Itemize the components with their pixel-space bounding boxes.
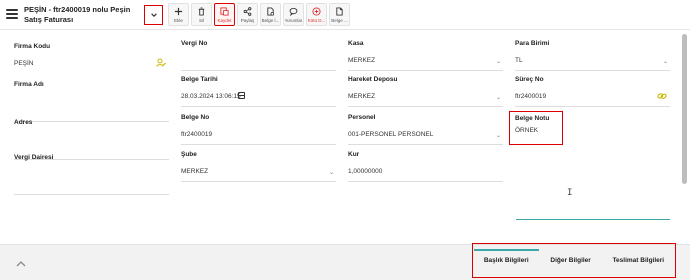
file-icon — [335, 6, 345, 16]
personel-value: 001-PERSONEL PERSONEL — [348, 131, 434, 138]
sube-label: Şube — [181, 151, 197, 158]
field-personel: Personel 001-PERSONEL PERSONEL ⌄ — [348, 114, 503, 145]
hareket-deposu-select[interactable]: MERKEZ ⌄ — [348, 93, 503, 107]
belge-tarihi-label: Belge Tarihi — [181, 76, 218, 83]
belge-tarihi-input[interactable]: 28.03.2024 13:06:15 — [181, 92, 336, 107]
field-firma-adi: Firma Adı — [14, 81, 169, 122]
vertical-scrollbar[interactable] — [682, 34, 687, 184]
share-button-label: Paylaş — [240, 18, 255, 23]
plus-icon — [174, 6, 184, 16]
kasa-value: MERKEZ — [348, 57, 376, 64]
sube-select[interactable]: MERKEZ ⌄ — [181, 168, 336, 182]
personel-select[interactable]: 001-PERSONEL PERSONEL ⌄ — [348, 131, 503, 145]
field-sube: Şube MERKEZ ⌄ — [181, 151, 336, 182]
field-belge-no: Belge No ftr2400019 — [181, 114, 336, 145]
header-bar: PEŞİN - ftr2400019 nolu Peşin Satış Fatu… — [0, 0, 690, 30]
surec-no-input[interactable]: ftr2400019 — [515, 93, 670, 107]
comments-button[interactable]: Yorumlar — [283, 3, 304, 26]
field-kasa: Kasa MERKEZ ⌄ — [348, 40, 503, 71]
firma-adi-label: Firma Adı — [14, 81, 44, 88]
field-belge-tarihi: Belge Tarihi 28.03.2024 13:06:15 — [181, 76, 336, 107]
share-icon — [243, 6, 253, 16]
save-button-label: Kaydet — [217, 18, 232, 23]
document-title: PEŞİN - ftr2400019 nolu Peşin Satış Fatu… — [24, 5, 131, 24]
save-icon — [220, 6, 230, 16]
field-kur: Kur 1,00000000 — [348, 151, 503, 182]
firma-kodu-input[interactable]: PEŞİN — [14, 58, 169, 74]
vergi-dairesi-input[interactable] — [14, 171, 169, 195]
para-birimi-label: Para Birimi — [515, 40, 550, 47]
delete-button[interactable]: Sil — [191, 3, 212, 26]
kur-label: Kur — [348, 151, 360, 158]
calendar-icon[interactable] — [238, 92, 245, 99]
vergi-dairesi-label: Vergi Dairesi — [14, 154, 54, 161]
header-dropdown-button[interactable] — [144, 5, 163, 25]
toolbar: Ekle Sil Kaydet Paylaş Belge İ... Yoruml… — [168, 3, 350, 26]
chevron-down-icon: ⌄ — [495, 133, 501, 139]
kasa-label: Kasa — [348, 40, 364, 47]
footer-tabs: Başlık Bilgileri Diğer Bilgiler Teslimat… — [472, 243, 676, 278]
comments-button-label: Yorumlar — [284, 18, 303, 23]
para-birimi-select[interactable]: TL ⌄ — [515, 57, 670, 71]
vergi-no-label: Vergi No — [181, 40, 208, 47]
personel-label: Personel — [348, 114, 376, 121]
belge-tarihi-value: 28.03.2024 13:06:15 — [181, 93, 241, 100]
hareket-deposu-label: Hareket Deposu — [348, 76, 398, 83]
document-info-button[interactable]: Belge İ... — [260, 3, 281, 26]
document-more-button-label: Belge ... — [331, 18, 348, 23]
user-edit-icon[interactable] — [156, 58, 166, 68]
chevron-down-icon: ⌄ — [495, 95, 501, 101]
chevron-down-icon: ⌄ — [662, 59, 668, 65]
share-button[interactable]: Paylaş — [237, 3, 258, 26]
field-surec-no: Süreç No ftr2400019 — [515, 76, 670, 107]
cancel-icon — [312, 6, 322, 16]
chevron-up-icon[interactable] — [14, 259, 28, 269]
tab-teslimat-bilgileri[interactable]: Teslimat Bilgileri — [611, 249, 667, 272]
chevron-down-icon — [150, 13, 157, 18]
field-firma-kodu: Firma Kodu PEŞİN — [14, 43, 169, 74]
tab-diger-bilgiler[interactable]: Diğer Bilgiler — [548, 249, 592, 272]
belge-no-label: Belge No — [181, 114, 210, 121]
chevron-down-icon: ⌄ — [328, 170, 334, 176]
document-icon — [266, 6, 276, 16]
para-birimi-value: TL — [515, 57, 523, 64]
tab-baslik-bilgileri[interactable]: Başlık Bilgileri — [473, 249, 539, 272]
hamburger-menu-icon[interactable] — [6, 9, 18, 19]
field-vergi-dairesi: Vergi Dairesi — [14, 154, 169, 195]
kasa-select[interactable]: MERKEZ ⌄ — [348, 57, 503, 71]
add-button-label: Ekle — [174, 18, 183, 23]
adres-label: Adres — [14, 119, 33, 126]
field-vergi-no: Vergi No — [181, 40, 336, 71]
vergi-no-input[interactable] — [181, 57, 336, 71]
hareket-deposu-value: MERKEZ — [348, 93, 376, 100]
document-more-button[interactable]: Belge ... — [329, 3, 350, 26]
firma-kodu-value: PEŞİN — [14, 60, 34, 67]
text-cursor-icon: I — [567, 188, 573, 198]
field-para-birimi: Para Birimi TL ⌄ — [515, 40, 670, 71]
kur-input[interactable]: 1,00000000 — [348, 168, 503, 182]
save-button[interactable]: Kaydet — [214, 3, 235, 26]
chevron-down-icon: ⌄ — [495, 59, 501, 65]
add-button[interactable]: Ekle — [168, 3, 189, 26]
document-info-button-label: Belge İ... — [261, 18, 280, 23]
link-icon[interactable] — [657, 91, 667, 101]
sube-value: MERKEZ — [181, 168, 209, 175]
cancel-document-button-label: Kötü D... — [307, 18, 326, 23]
comment-icon — [289, 6, 299, 16]
surec-no-label: Süreç No — [515, 76, 544, 83]
surec-no-value: ftr2400019 — [515, 93, 547, 100]
cancel-document-button[interactable]: Kötü D... — [306, 3, 327, 26]
field-hareket-deposu: Hareket Deposu MERKEZ ⌄ — [348, 76, 503, 107]
firma-kodu-label: Firma Kodu — [14, 43, 51, 50]
delete-button-label: Sil — [198, 18, 204, 23]
belge-notu-textarea[interactable] — [516, 162, 670, 220]
belge-no-input[interactable]: ftr2400019 — [181, 131, 336, 145]
belge-notu-highlight — [509, 111, 563, 145]
trash-icon — [197, 6, 207, 16]
